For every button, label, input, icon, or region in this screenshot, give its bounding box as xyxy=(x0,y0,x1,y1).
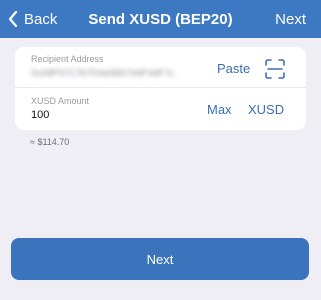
back-button[interactable]: Back xyxy=(8,0,57,38)
amount-label: XUSD Amount xyxy=(31,96,90,106)
paste-button[interactable]: Paste xyxy=(217,61,250,76)
page-title: Send XUSD (BEP20) xyxy=(88,10,233,28)
recipient-address-field[interactable]: 0xA8F57C7b7D4e98A7b9F4dF7c xyxy=(31,68,186,80)
send-form-card: Recipient Address 0xA8F57C7b7D4e98A7b9F4… xyxy=(15,47,306,130)
amount-row: XUSD Amount Max XUSD xyxy=(15,89,306,130)
header-next-button[interactable]: Next xyxy=(275,0,306,38)
nav-header: Back Send XUSD (BEP20) Next xyxy=(0,0,321,38)
currency-unit-toggle[interactable]: XUSD xyxy=(248,102,284,117)
qr-scan-icon[interactable] xyxy=(265,59,285,79)
recipient-address-row: Recipient Address 0xA8F57C7b7D4e98A7b9F4… xyxy=(15,47,306,88)
next-button[interactable]: Next xyxy=(11,238,309,280)
back-label: Back xyxy=(24,10,58,28)
fiat-estimate: ≈ $114.70 xyxy=(30,137,70,147)
max-button[interactable]: Max xyxy=(207,102,232,117)
amount-input[interactable] xyxy=(31,109,181,121)
chevron-left-icon xyxy=(8,11,18,27)
recipient-address-label: Recipient Address xyxy=(31,54,104,64)
